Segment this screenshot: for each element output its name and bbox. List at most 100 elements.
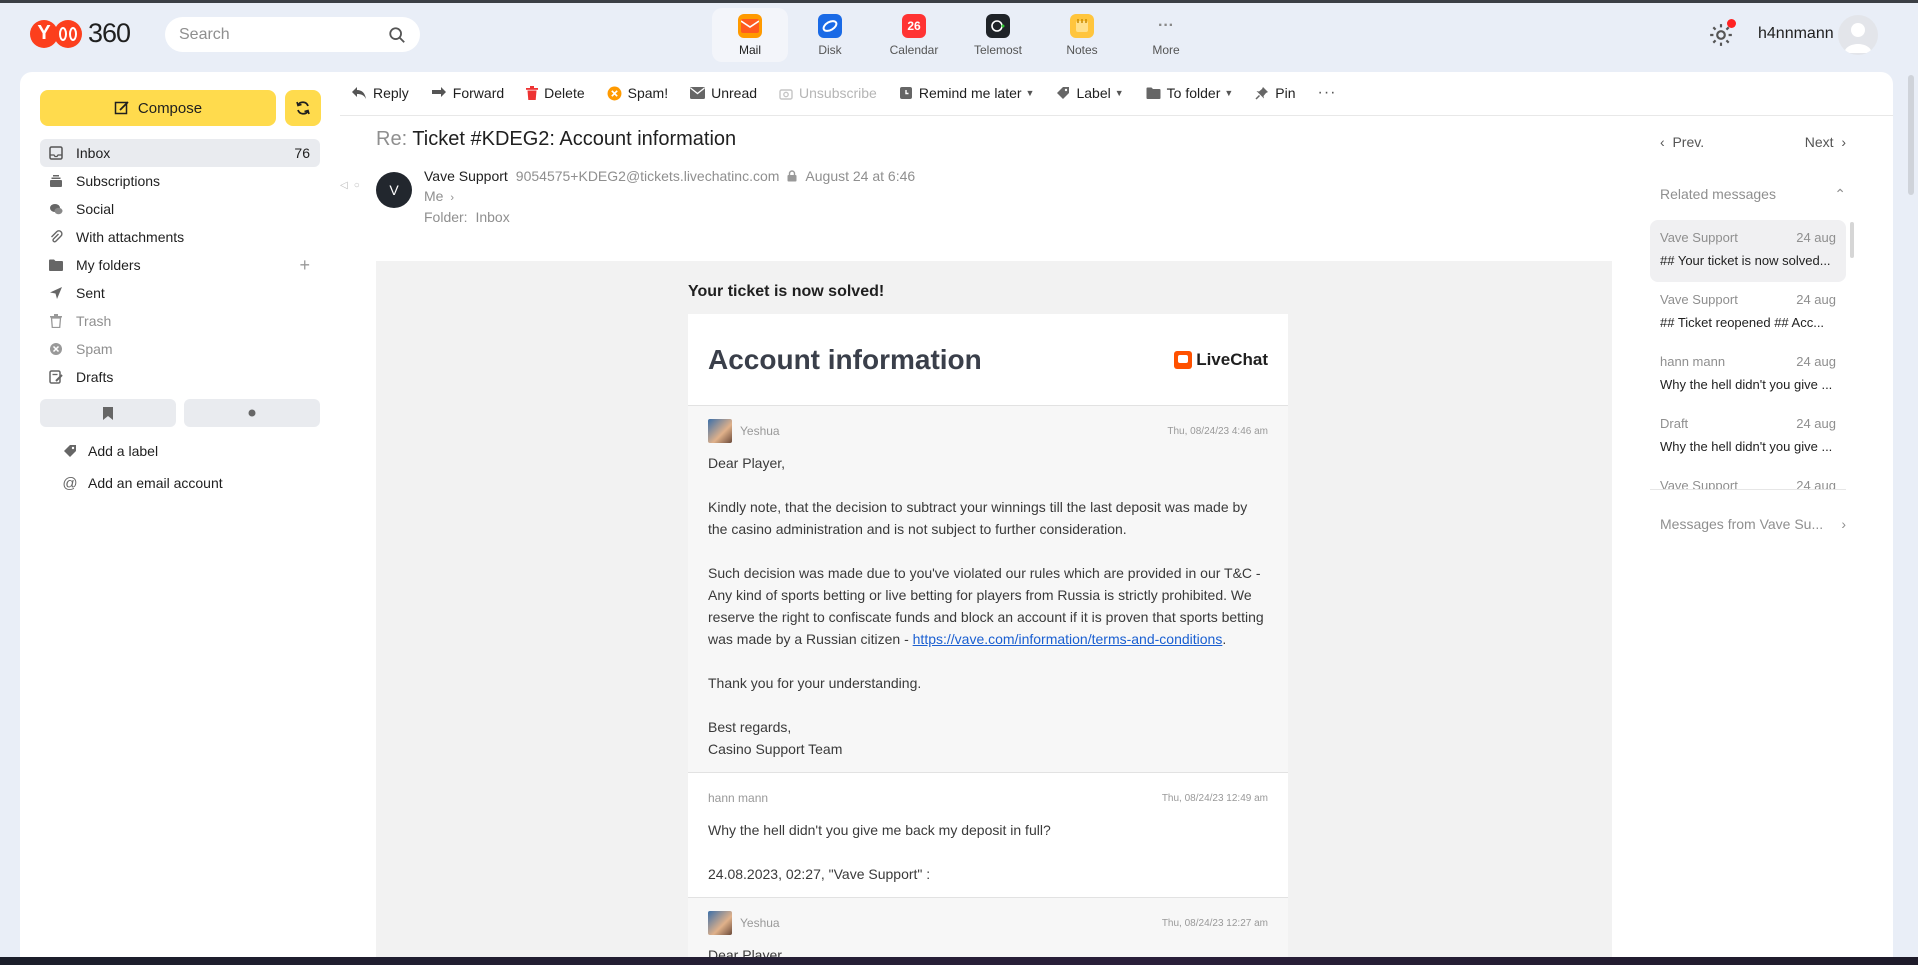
trash-icon [48,313,64,329]
related-message-item[interactable]: Vave Support 24 aug ## Ticket reopened ##… [1650,282,1846,344]
folder-label: My folders [76,257,141,273]
refresh-button[interactable] [285,90,321,126]
app-calendar[interactable]: 26 Calendar [872,8,956,62]
label-button[interactable]: Label ▼ [1045,73,1134,113]
messages-from-sender-link[interactable]: Messages from Vave Su... › [1660,516,1846,532]
chevron-down-icon: ▼ [1224,88,1234,98]
logo-text: 360 [88,18,131,48]
more-actions-button[interactable]: ··· [1307,73,1348,113]
envelope-icon [690,87,706,99]
related-snippet: Why the hell didn't you give ... [1660,439,1833,454]
read-status-icon[interactable]: ○ [354,180,360,191]
recipient-line[interactable]: Me › [424,188,454,204]
search-icon[interactable] [388,26,406,44]
related-from: Draft [1660,416,1689,431]
terms-link[interactable]: https://vave.com/information/terms-and-c… [913,631,1223,647]
add-folder-icon[interactable]: + [299,255,310,276]
flag-icon[interactable]: ◁ [340,180,348,191]
username[interactable]: h4nnmann [1758,25,1834,43]
folder-label: Subscriptions [76,173,161,189]
app-telemost[interactable]: Telemost [956,8,1040,62]
user-avatar[interactable] [1838,15,1878,55]
recipient: Me [424,188,444,204]
compose-button[interactable]: Compose [40,90,276,126]
add-email-account-link[interactable]: @ Add an email account [62,467,222,499]
folder-social[interactable]: Social [40,195,320,223]
message-meta: hann mann Thu, 08/24/23 12:49 am [708,785,1268,811]
card-header: Account information LiveChat [688,314,1288,406]
folder-sent[interactable]: Sent [40,279,320,307]
chevron-up-icon: ⌃ [1834,186,1846,202]
app-label: Calendar [889,43,939,57]
forward-button[interactable]: Forward [420,73,515,113]
settings-button[interactable] [1708,19,1736,48]
refresh-icon [296,101,310,115]
app-more[interactable]: ··· More [1124,8,1208,62]
message-date: August 24 at 6:46 [805,168,916,184]
calendar-icon: 26 [902,14,926,38]
message-timestamp: Thu, 08/24/23 12:27 am [1161,917,1268,929]
folder-subscriptions[interactable]: Subscriptions [40,167,320,195]
more-icon: ··· [1158,17,1174,34]
sender-avatar[interactable]: V [376,172,412,208]
reply-button[interactable]: Reply [340,73,420,113]
signature-line: Best regards, [708,719,792,735]
pin-label: Pin [1275,85,1296,101]
to-folder-button[interactable]: To folder ▼ [1135,73,1245,113]
search-box[interactable] [165,17,420,52]
unread-button[interactable]: Unread [679,73,768,113]
unsubscribe-label: Unsubscribe [799,85,877,101]
related-from: Vave Support [1660,292,1738,307]
folder-label: Spam [76,341,113,357]
folder-inbox[interactable]: Inbox 76 [40,139,320,167]
sender-name[interactable]: Vave Support [424,168,508,184]
folder-count: 76 [294,145,310,161]
folder-label: Inbox [76,145,111,161]
folder-line-value[interactable]: Inbox [475,209,509,225]
spam-icon [48,341,64,357]
folder-my-folders[interactable]: My folders + [40,251,320,279]
page-scrollbar[interactable] [1908,75,1914,195]
filter-pinned-button[interactable] [40,399,176,427]
add-label-link[interactable]: Add a label [62,435,223,467]
prev-message-button[interactable]: ‹ Prev. [1660,134,1704,150]
disk-icon [818,14,842,38]
next-message-button[interactable]: Next › [1805,134,1846,150]
delete-button[interactable]: Delete [515,73,595,113]
app-disk[interactable]: Disk [788,8,872,62]
related-scrollbar[interactable] [1850,222,1854,258]
folder-spam[interactable]: Spam [40,335,320,363]
search-input[interactable] [179,25,388,44]
pin-button[interactable]: Pin [1244,73,1306,113]
related-message-item[interactable]: Vave Support 24 aug [1650,468,1846,490]
remind-later-button[interactable]: Remind me later ▼ [888,73,1046,113]
chevron-right-icon: › [1833,134,1846,150]
app-mail[interactable]: Mail [712,8,788,62]
folder-label: Trash [76,313,112,329]
mail-icon [738,14,762,38]
transcript-message: Yeshua Thu, 08/24/23 12:27 am Dear Playe… [688,898,1288,957]
greeting: Dear Player, [708,455,786,471]
transcript-message: hann mann Thu, 08/24/23 12:49 am Why the… [688,773,1288,898]
yandex-360-logo[interactable]: Y 360 [30,18,131,49]
sender-email[interactable]: 9054575+KDEG2@tickets.livechatinc.com [516,168,780,184]
unsubscribe-button[interactable]: Unsubscribe [768,73,888,113]
filter-unread-button[interactable] [184,399,320,427]
related-message-item[interactable]: Draft 24 aug Why the hell didn't you give… [1650,406,1846,468]
related-date: 24 aug [1796,230,1836,245]
related-messages-header[interactable]: Related messages ⌃ [1660,186,1846,203]
brand-name: LiveChat [1196,349,1268,369]
pin-icon [1255,87,1269,100]
folder-icon [48,257,64,273]
message-navigation: ‹ Prev. Next › [1660,134,1846,150]
folder-attachments[interactable]: With attachments [40,223,320,251]
folder-line: Folder: Inbox [424,209,510,225]
folder-drafts[interactable]: Drafts [40,363,320,391]
spam-button[interactable]: Spam! [596,73,679,113]
signature-line: Casino Support Team [708,741,843,757]
livechat-logo: LiveChat [1174,350,1268,370]
related-message-item[interactable]: hann mann 24 aug Why the hell didn't you … [1650,344,1846,406]
folder-trash[interactable]: Trash [40,307,320,335]
app-notes[interactable]: Notes [1040,8,1124,62]
related-message-item[interactable]: Vave Support 24 aug ## Your ticket is now… [1650,220,1846,282]
